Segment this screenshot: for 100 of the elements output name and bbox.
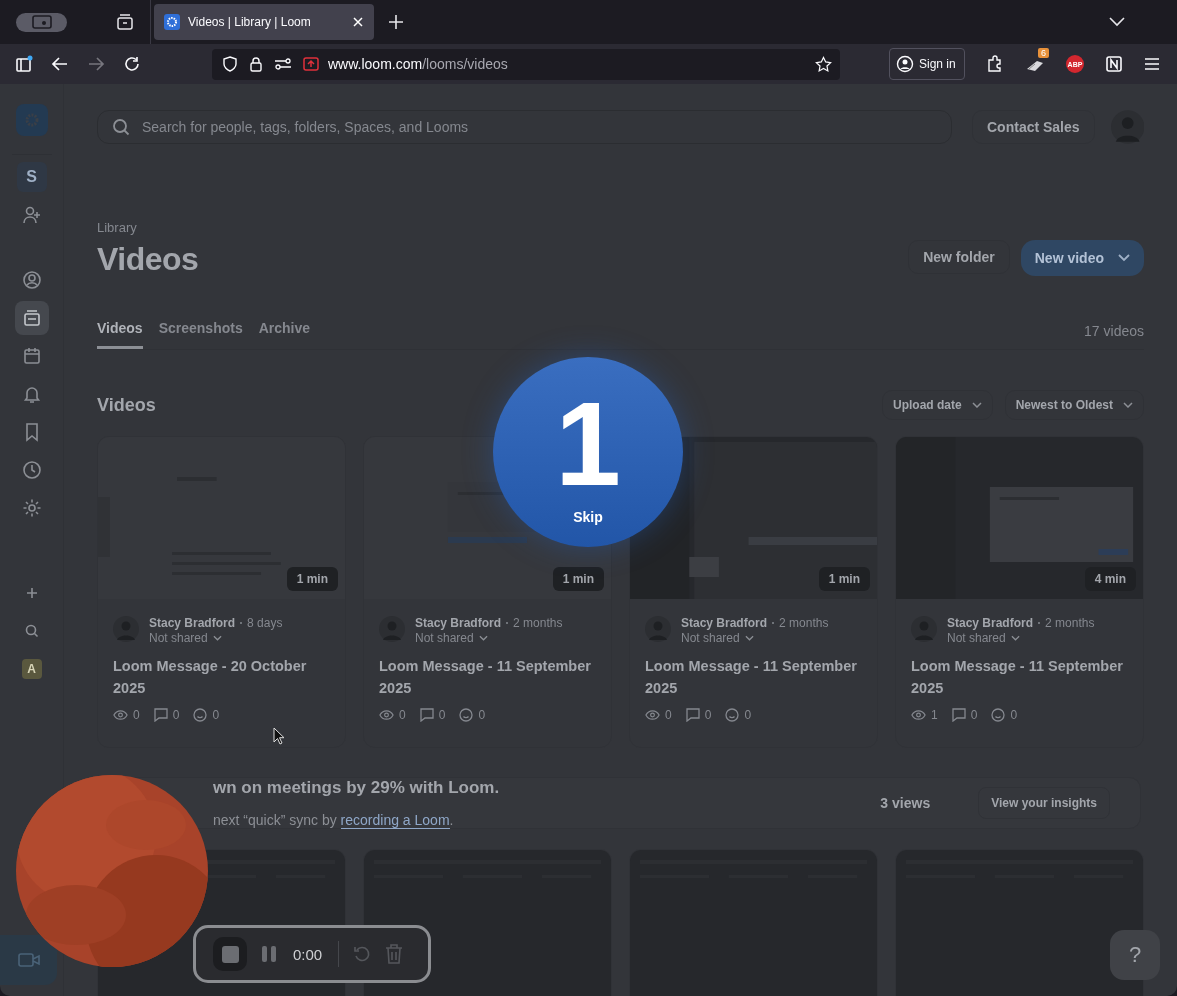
restart-icon[interactable] xyxy=(353,945,372,963)
view-insights-button[interactable]: View your insights xyxy=(978,787,1110,819)
browser-tab[interactable]: Videos | Library | Loom xyxy=(154,4,374,40)
url-text: www.loom.com/looms/videos xyxy=(328,56,508,72)
video-title[interactable]: Loom Message - 11 September 2025 xyxy=(630,645,877,699)
view-count: 0 xyxy=(665,708,672,722)
workspace-button[interactable]: S xyxy=(14,160,49,194)
search-field[interactable]: Search for people, tags, folders, Spaces, and Looms xyxy=(97,110,952,144)
eye-icon xyxy=(113,709,128,721)
address-bar[interactable]: www.loom.com/looms/videos xyxy=(212,48,840,80)
filter-dropdown[interactable]: Newest to Oldest xyxy=(1004,390,1144,420)
eye-icon xyxy=(911,709,926,721)
video-age: 8 days xyxy=(247,616,283,630)
smiley-icon xyxy=(991,708,1006,722)
caret-icon xyxy=(744,635,754,641)
sharing-dropdown[interactable]: Not shared xyxy=(415,631,563,645)
duration-badge: 1 min xyxy=(286,567,338,591)
stop-button[interactable] xyxy=(213,937,247,971)
comment-icon xyxy=(951,708,966,722)
back-icon[interactable] xyxy=(51,55,69,73)
comment-icon xyxy=(153,708,168,722)
video-age: 2 months xyxy=(779,616,829,630)
view-count: 0 xyxy=(133,708,140,722)
video-age: 2 months xyxy=(1045,616,1095,630)
tab[interactable]: Archive xyxy=(258,312,311,349)
star-icon[interactable] xyxy=(815,55,832,73)
eye-icon xyxy=(645,709,660,721)
forward-icon[interactable] xyxy=(87,55,105,73)
comment-count: 0 xyxy=(172,708,180,722)
tab[interactable]: Videos xyxy=(97,312,143,349)
caret-icon xyxy=(1010,635,1020,641)
account-icon xyxy=(896,55,914,73)
recording-timer: 0:00 xyxy=(293,945,323,963)
menu-icon[interactable] xyxy=(1144,57,1160,71)
banner-text: next “quick” sync by recording a Loom. xyxy=(213,812,455,828)
filter-dropdown[interactable]: Upload date xyxy=(881,390,993,420)
close-icon[interactable] xyxy=(352,16,364,28)
video-title[interactable]: Loom Message - 11 September 2025 xyxy=(896,645,1143,699)
new-video-button[interactable]: New video xyxy=(1020,240,1144,276)
tab[interactable]: Screenshots xyxy=(158,312,243,349)
view-count: 1 xyxy=(931,708,938,722)
breadcrumb[interactable]: Library xyxy=(97,220,199,235)
smiley-icon xyxy=(193,708,208,722)
sidebar-icon[interactable] xyxy=(15,55,33,73)
duration-badge: 1 min xyxy=(818,567,870,591)
page-title: Videos xyxy=(97,241,199,278)
view-total: 3 views xyxy=(880,795,931,811)
comment-count: 0 xyxy=(438,708,446,722)
author-name: Stacy Bradford xyxy=(681,616,768,630)
trash-icon[interactable] xyxy=(385,944,404,964)
upload-icon[interactable] xyxy=(303,57,319,71)
camera-icon xyxy=(17,952,40,968)
sharing-dropdown[interactable]: Not shared xyxy=(947,631,1095,645)
pause-icon[interactable] xyxy=(261,945,277,963)
view-count: 0 xyxy=(399,708,406,722)
account-switch-button[interactable] xyxy=(16,12,67,32)
reaction-count: 0 xyxy=(478,708,486,722)
comment-icon xyxy=(685,708,700,722)
comment-icon xyxy=(419,708,434,722)
puzzle-icon[interactable] xyxy=(986,55,1004,73)
new-tab-icon[interactable] xyxy=(388,14,404,30)
caret-icon xyxy=(478,635,488,641)
library-icon[interactable] xyxy=(14,301,49,335)
reaction-count: 0 xyxy=(1010,708,1018,722)
banner-headline: wn on meetings by 29% with Loom. xyxy=(213,778,500,798)
section-title: Videos xyxy=(97,394,156,416)
contact-sales-button[interactable]: Contact Sales xyxy=(972,110,1095,144)
duration-badge: 1 min xyxy=(552,567,604,591)
caret-icon xyxy=(1123,402,1133,408)
recording-link[interactable]: recording a Loom xyxy=(340,812,450,829)
chevron-down-icon[interactable] xyxy=(1109,17,1125,27)
mouse-cursor-icon xyxy=(273,727,285,745)
duration-badge: 4 min xyxy=(1084,567,1136,591)
sign-in-button[interactable]: Sign in xyxy=(889,48,965,80)
extension-badge: 6 xyxy=(1038,48,1049,58)
sharing-dropdown[interactable]: Not shared xyxy=(149,631,283,645)
skip-button[interactable]: Skip xyxy=(573,509,603,525)
comment-count: 0 xyxy=(704,708,712,722)
eye-icon xyxy=(379,709,394,721)
author-name: Stacy Bradford xyxy=(415,616,502,630)
video-title[interactable]: Loom Message - 11 September 2025 xyxy=(364,645,611,699)
tab-list-icon[interactable] xyxy=(116,13,134,31)
permissions-icon[interactable] xyxy=(274,57,292,71)
loom-logo-icon xyxy=(164,14,180,30)
caret-icon xyxy=(971,402,982,408)
lock-icon[interactable] xyxy=(249,56,263,72)
notion-icon[interactable] xyxy=(1105,55,1123,73)
reaction-count: 0 xyxy=(212,708,220,722)
smiley-icon xyxy=(725,708,740,722)
sharing-dropdown[interactable]: Not shared xyxy=(681,631,829,645)
video-title[interactable]: Loom Message - 20 October 2025 xyxy=(98,645,345,699)
author-name: Stacy Bradford xyxy=(149,616,236,630)
author-name: Stacy Bradford xyxy=(947,616,1034,630)
shield-icon[interactable] xyxy=(222,56,238,72)
new-folder-button[interactable]: New folder xyxy=(908,240,1010,274)
reload-icon[interactable] xyxy=(123,55,141,73)
search-icon xyxy=(111,117,131,137)
help-button[interactable]: ? xyxy=(1110,930,1160,980)
caret-icon xyxy=(1118,254,1130,262)
video-count: 17 videos xyxy=(1084,322,1144,339)
